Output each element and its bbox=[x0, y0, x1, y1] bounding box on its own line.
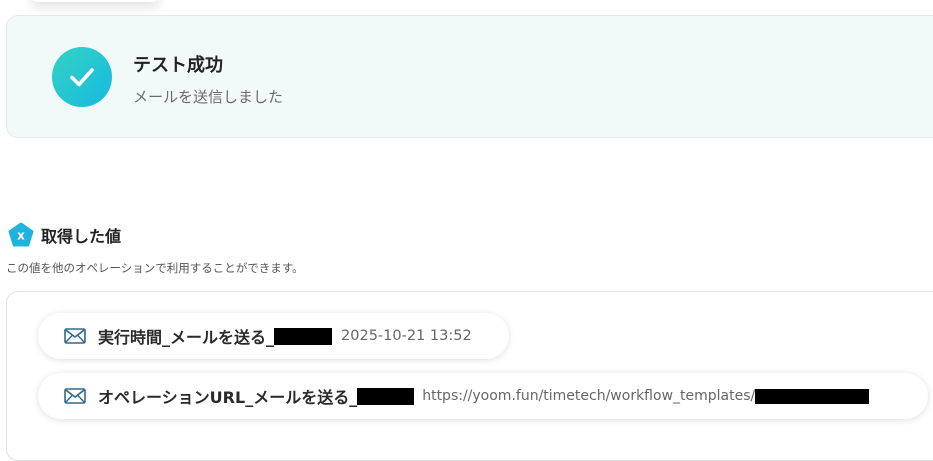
value-chip-operation-url[interactable]: オペレーションURL_メールを送る_ https://yoom.fun/time… bbox=[38, 373, 928, 419]
previous-card-shadow bbox=[30, 0, 160, 2]
obtained-values-description: この値を他のオペレーションで利用することができます。 bbox=[6, 261, 304, 275]
mail-icon bbox=[64, 328, 86, 344]
test-success-card: テスト成功 メールを送信しました bbox=[6, 15, 933, 138]
variable-badge-letter: x bbox=[17, 229, 25, 243]
obtained-values-title: 取得した値 bbox=[41, 227, 122, 246]
success-title: テスト成功 bbox=[133, 55, 223, 76]
redacted-block bbox=[274, 327, 333, 345]
value-text: 2025-10-21 13:52 bbox=[341, 328, 472, 344]
redacted-block bbox=[755, 388, 870, 404]
variable-x-icon: x bbox=[8, 222, 34, 248]
redacted-block bbox=[357, 387, 415, 405]
value-key: 実行時間_メールを送る_ bbox=[98, 328, 275, 347]
value-key: オペレーションURL_メールを送る_ bbox=[98, 388, 358, 407]
mail-icon bbox=[64, 388, 86, 404]
value-chip-execution-time[interactable]: 実行時間_メールを送る_ 2025-10-21 13:52 bbox=[38, 313, 509, 359]
value-text: https://yoom.fun/timetech/workflow_templ… bbox=[422, 388, 756, 404]
success-message: メールを送信しました bbox=[133, 88, 284, 106]
obtained-values-header: x 取得した値 bbox=[8, 222, 121, 248]
check-icon bbox=[52, 47, 112, 107]
